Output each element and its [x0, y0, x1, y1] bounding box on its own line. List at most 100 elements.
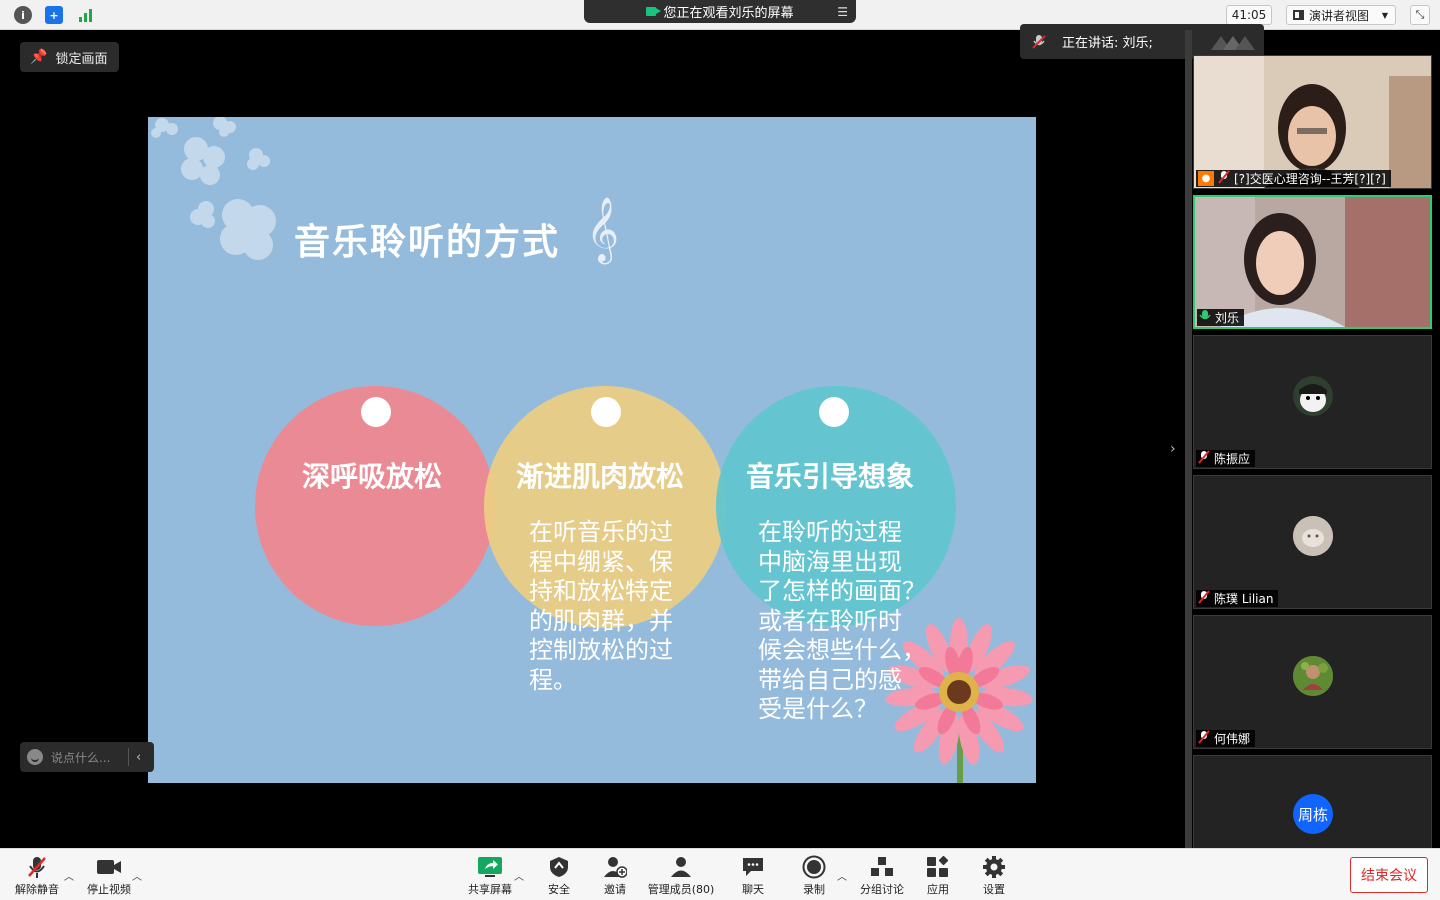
signal-icon[interactable]: [77, 6, 95, 24]
manage-participants-button[interactable]: 管理成员(80): [641, 854, 721, 897]
breakout-rooms-button[interactable]: 分组讨论: [850, 854, 914, 897]
unmute-button[interactable]: 解除静音: [5, 854, 69, 897]
participant-tile[interactable]: 何伟娜: [1193, 615, 1432, 749]
participant-tile-active[interactable]: 刘乐: [1193, 195, 1432, 329]
body-line: 的肌肉群，并: [529, 606, 673, 635]
muted-mic-icon: [1198, 730, 1210, 747]
participant-name-tag: 陈璞 Lilian: [1196, 590, 1279, 607]
invite-button[interactable]: 邀请: [583, 854, 647, 897]
participant-name-tag: ● [?]交医心理咨询--王芳[?][?]: [1196, 170, 1391, 187]
participant-tile[interactable]: 陈璞 Lilian: [1193, 475, 1432, 609]
participant-name-tag: 陈振应: [1196, 450, 1256, 467]
participant-name: 何伟娜: [1214, 732, 1251, 746]
chevron-left-icon[interactable]: ‹: [136, 750, 141, 765]
chat-button[interactable]: 聊天: [721, 854, 785, 897]
panel-resize-handle[interactable]: [1185, 30, 1192, 848]
body-line: 程中绷紧、保: [529, 547, 673, 576]
unmute-label: 解除静音: [15, 883, 59, 896]
participant-tile[interactable]: 陈振应: [1193, 335, 1432, 469]
stop-video-label: 停止视频: [87, 883, 131, 896]
video-icon: [646, 7, 662, 16]
lock-screen-button[interactable]: 📌 锁定画面: [20, 42, 119, 72]
end-meeting-button[interactable]: 结束会议: [1350, 857, 1428, 893]
body-line: 中脑海里出现: [758, 547, 902, 576]
user-icon: ●: [1198, 171, 1214, 186]
settings-label: 设置: [983, 883, 1005, 896]
security-button[interactable]: 安全: [527, 854, 591, 897]
slide-title: 音乐聆听的方式: [294, 222, 561, 263]
circle-title: 深呼吸放松: [302, 460, 443, 493]
muted-mic-icon: [1218, 170, 1230, 187]
participant-name: [?]交医心理咨询--王芳[?][?]: [1234, 172, 1386, 186]
share-screen-label: 共享屏幕: [468, 883, 512, 896]
initials-avatar: 周栋: [1293, 794, 1333, 834]
emoji-icon[interactable]: [27, 749, 43, 765]
avatar: [1293, 376, 1333, 416]
clover-decoration: [151, 117, 276, 260]
circle-dot: [361, 397, 391, 427]
body-line: 了怎样的画面？: [758, 577, 926, 605]
info-icon[interactable]: i: [14, 6, 32, 24]
participant-name: 陈璞 Lilian: [1214, 592, 1274, 606]
participant-name: 陈振应: [1214, 452, 1251, 466]
chevron-right-icon[interactable]: ›: [1170, 441, 1176, 457]
apps-icon: [926, 854, 950, 880]
security-label: 安全: [548, 883, 570, 896]
settings-button[interactable]: 设置: [962, 854, 1026, 897]
chevron-up-icon[interactable]: ︿: [64, 868, 74, 883]
speaker-view-icon: [1293, 10, 1304, 20]
chat-input[interactable]: 说点什么... ‹: [20, 742, 154, 772]
audio-wave-icon: [1210, 35, 1255, 50]
meeting-window: i + 您正在观看刘乐的屏幕 ☰ 41:05 演讲者视图 ▼ ⤡ 📌 锁定画面: [0, 0, 1440, 900]
circle-body-text: 在聆听的过程 中脑海里出现 了怎样的画面？ 或者在聆听时 候会想些什么， 带给自…: [758, 518, 926, 725]
breakout-rooms-icon: [870, 854, 894, 880]
active-speaker-indicator: 正在讲话: 刘乐;: [1020, 24, 1264, 59]
chevron-up-icon[interactable]: ︿: [514, 868, 524, 883]
chevron-down-icon: ▼: [1381, 10, 1388, 20]
share-banner-text: 您正在观看刘乐的屏幕: [663, 6, 794, 21]
view-mode-label: 演讲者视图: [1309, 8, 1370, 23]
participant-tile[interactable]: 周栋: [1193, 755, 1432, 848]
video-camera-icon: [96, 854, 122, 880]
avatar: [1293, 516, 1333, 556]
muted-mic-icon: [1198, 590, 1210, 607]
meeting-timer: 41:05: [1226, 5, 1272, 25]
chevron-up-icon[interactable]: ︿: [132, 868, 142, 883]
muted-mic-icon: [1032, 34, 1046, 49]
menu-icon[interactable]: ☰: [837, 5, 848, 19]
avatar: [1293, 656, 1333, 696]
chat-placeholder: 说点什么...: [51, 750, 111, 765]
treble-clef-icon: 𝄞: [586, 197, 620, 262]
body-line: 在听音乐的过: [529, 518, 673, 546]
speaking-text: 正在讲话: 刘乐;: [1062, 36, 1153, 51]
shield-icon: [549, 854, 569, 880]
mic-icon: [1199, 309, 1211, 326]
body-line: 程。: [529, 665, 577, 694]
body-line: 带给自己的感: [758, 665, 902, 694]
record-label: 录制: [803, 883, 825, 896]
bottom-toolbar: 解除静音 ︿ 停止视频 ︿ 共享屏幕 ︿ 安全 邀请 管理成员(80) 聊天 录…: [0, 848, 1440, 900]
share-screen-icon: [477, 854, 503, 880]
add-user-icon: [603, 854, 627, 880]
participant-name: 刘乐: [1215, 311, 1240, 325]
muted-mic-icon: [1198, 450, 1210, 467]
apps-button[interactable]: 应用: [906, 854, 970, 897]
fullscreen-icon[interactable]: ⤡: [1410, 5, 1430, 25]
shared-slide: 音乐聆听的方式 𝄞 深呼吸放松 渐进肌肉放松 音乐引导想象 在听音乐的过 程中绷…: [148, 117, 1036, 783]
lock-screen-label: 锁定画面: [55, 51, 108, 67]
circle-dot: [819, 397, 849, 427]
body-line: 候会想些什么，: [758, 636, 926, 664]
body-line: 受是什么？: [758, 695, 878, 723]
circle-title: 音乐引导想象: [746, 460, 915, 493]
chevron-up-icon[interactable]: ︿: [837, 868, 847, 883]
participant-video: [1194, 56, 1431, 188]
participant-tile[interactable]: ● [?]交医心理咨询--王芳[?][?]: [1193, 55, 1432, 189]
shield-icon[interactable]: +: [45, 6, 63, 24]
share-screen-button[interactable]: 共享屏幕: [458, 854, 522, 897]
body-line: 控制放松的过: [529, 636, 673, 664]
view-mode-button[interactable]: 演讲者视图 ▼: [1286, 5, 1396, 25]
body-line: 持和放松特定: [529, 577, 673, 605]
body-line: 或者在聆听时: [758, 606, 902, 635]
divider: [128, 748, 129, 766]
share-banner[interactable]: 您正在观看刘乐的屏幕 ☰: [584, 0, 856, 23]
